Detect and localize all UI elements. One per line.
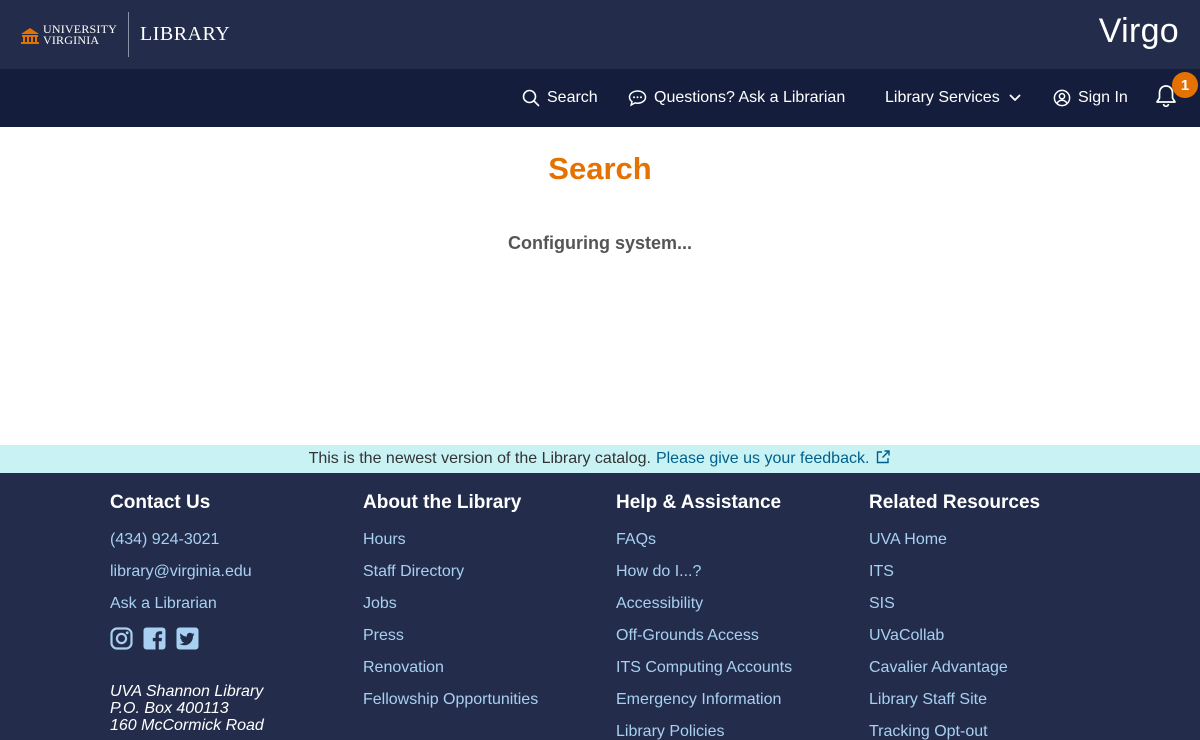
- search-icon: [522, 89, 540, 107]
- contact-heading: Contact Us: [110, 492, 211, 513]
- footer-help: Help & Assistance FAQs How do I...? Acce…: [616, 492, 866, 740]
- uva-library-logo[interactable]: UNIVERSITY VIRGINIA LIBRARY: [20, 12, 230, 57]
- nav-ask-librarian[interactable]: Questions? Ask a Librarian: [628, 69, 845, 127]
- footer-link-tracking-opt-out[interactable]: Tracking Opt-out: [869, 723, 1119, 740]
- chat-icon: [628, 89, 647, 107]
- footer-link-how-do-i[interactable]: How do I...?: [616, 563, 866, 595]
- loading-status: Configuring system...: [507, 233, 693, 253]
- contact-ask-link[interactable]: Ask a Librarian: [110, 595, 360, 627]
- footer-link-accessibility[interactable]: Accessibility: [616, 595, 866, 627]
- nav-sign-in-label: Sign In: [1078, 89, 1128, 106]
- address-line: P.O. Box 400113: [110, 700, 229, 717]
- social-links: [110, 627, 360, 655]
- footer-link-jobs[interactable]: Jobs: [363, 595, 613, 627]
- footer-link-policies[interactable]: Library Policies: [616, 723, 866, 740]
- app-title[interactable]: Virgo: [1099, 12, 1179, 51]
- main-nav: Search Questions? Ask a Librarian Librar…: [0, 69, 1200, 127]
- notification-badge[interactable]: 1: [1172, 72, 1198, 98]
- nav-search[interactable]: Search: [522, 69, 598, 127]
- footer-link-press[interactable]: Press: [363, 627, 613, 659]
- footer-link-off-grounds[interactable]: Off-Grounds Access: [616, 627, 866, 659]
- uva-line2: VIRGINIA: [43, 32, 100, 47]
- contact-phone-link[interactable]: (434) 924-3021: [110, 531, 360, 563]
- mailing-address: UVA Shannon Library P.O. Box 400113 160 …: [110, 683, 360, 734]
- footer-link-emergency[interactable]: Emergency Information: [616, 691, 866, 723]
- page-title: Search: [548, 151, 652, 186]
- footer-link-uvacollab[interactable]: UVaCollab: [869, 627, 1119, 659]
- related-heading: Related Resources: [869, 492, 1041, 513]
- nav-services-label: Library Services: [885, 89, 1000, 106]
- nav-search-label: Search: [547, 89, 598, 106]
- chevron-down-icon: [1009, 94, 1021, 102]
- feedback-link[interactable]: Please give us your feedback.: [656, 450, 869, 468]
- site-header: UNIVERSITY VIRGINIA LIBRARY Virgo: [0, 0, 1200, 69]
- footer-related: Related Resources UVA Home ITS SIS UVaCo…: [869, 492, 1119, 740]
- footer-link-uva-home[interactable]: UVA Home: [869, 531, 1119, 563]
- address-line: UVA Shannon Library: [110, 683, 264, 700]
- rotunda-logo-icon: [20, 25, 40, 45]
- instagram-icon[interactable]: [110, 627, 133, 655]
- nav-sign-in[interactable]: Sign In: [1053, 69, 1128, 127]
- uva-wordmark: UNIVERSITY VIRGINIA: [43, 23, 117, 47]
- footer-contact: Contact Us (434) 924-3021 library@virgin…: [110, 492, 360, 734]
- footer-link-sis[interactable]: SIS: [869, 595, 1119, 627]
- footer-link-faqs[interactable]: FAQs: [616, 531, 866, 563]
- user-circle-icon: [1053, 89, 1071, 107]
- footer-about: About the Library Hours Staff Directory …: [363, 492, 613, 723]
- footer-link-cavalier-advantage[interactable]: Cavalier Advantage: [869, 659, 1119, 691]
- facebook-icon[interactable]: [143, 627, 166, 655]
- about-heading: About the Library: [363, 492, 522, 513]
- contact-email-link[interactable]: library@virginia.edu: [110, 563, 360, 595]
- feedback-banner: This is the newest version of the Librar…: [0, 445, 1200, 473]
- nav-ask-label: Questions? Ask a Librarian: [654, 89, 846, 106]
- nav-library-services[interactable]: Library Services: [885, 69, 1021, 127]
- footer-link-hours[interactable]: Hours: [363, 531, 613, 563]
- footer-link-its-accounts[interactable]: ITS Computing Accounts: [616, 659, 866, 691]
- footer-link-fellowships[interactable]: Fellowship Opportunities: [363, 691, 613, 723]
- library-wordmark: LIBRARY: [140, 23, 231, 45]
- brand-divider: [128, 12, 129, 57]
- footer-link-staff-site[interactable]: Library Staff Site: [869, 691, 1119, 723]
- site-footer: Contact Us (434) 924-3021 library@virgin…: [0, 473, 1200, 740]
- external-link-icon[interactable]: [869, 449, 891, 470]
- footer-link-renovation[interactable]: Renovation: [363, 659, 613, 691]
- address-line: 160 McCormick Road: [110, 717, 264, 734]
- footer-link-its[interactable]: ITS: [869, 563, 1119, 595]
- banner-text: This is the newest version of the Librar…: [308, 450, 651, 467]
- footer-link-staff-directory[interactable]: Staff Directory: [363, 563, 613, 595]
- help-heading: Help & Assistance: [616, 492, 782, 513]
- twitter-icon[interactable]: [176, 627, 199, 655]
